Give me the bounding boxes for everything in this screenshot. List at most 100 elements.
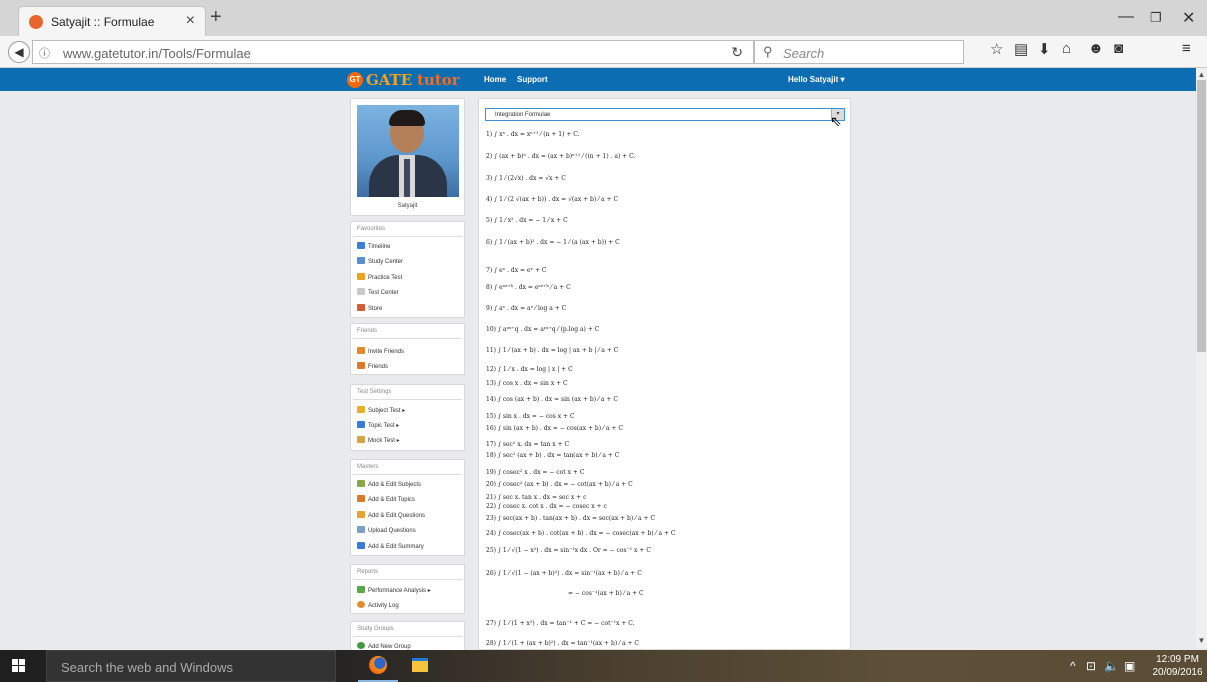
network-icon[interactable]: ⊡ bbox=[1086, 659, 1096, 673]
tab-title: Satyajit :: Formulae bbox=[51, 15, 155, 29]
formula-category-select[interactable]: Integration Formulae ▾ bbox=[485, 108, 845, 121]
sidebar-item-label: Activity Log bbox=[368, 603, 399, 609]
logo-text-tutor: tutor bbox=[417, 71, 460, 89]
restore-icon[interactable]: ❐ bbox=[1150, 10, 1162, 26]
sidebar-item-mock-test[interactable]: Mock Test ▸ bbox=[357, 436, 400, 444]
formula-13: 13) ∫ cos x . dx = sin x + C bbox=[486, 380, 568, 387]
panel-title-friends: Friends bbox=[357, 328, 378, 334]
bar-chart-icon bbox=[357, 586, 365, 593]
taskbar-search-placeholder: Search the web and Windows bbox=[61, 660, 233, 675]
back-arrow-icon[interactable]: ◀ bbox=[8, 41, 30, 63]
sidebar-item-topic-test[interactable]: Topic Test ▸ bbox=[357, 421, 399, 429]
tray-chevron-icon[interactable]: ^ bbox=[1070, 659, 1076, 673]
sidebar-item-store[interactable]: Store bbox=[357, 304, 382, 312]
panel-title-favourites: Favourites bbox=[357, 226, 386, 232]
sidebar-item-upload-questions[interactable]: Upload Questions bbox=[357, 526, 416, 534]
profile-photo[interactable] bbox=[357, 105, 459, 197]
pocket-icon[interactable]: ◙ bbox=[1114, 40, 1123, 57]
windows-taskbar: Search the web and Windows ^ ⊡ 🔈 ▣ 12:09… bbox=[0, 650, 1207, 682]
profile-card: Satyajit bbox=[350, 98, 465, 216]
site-header bbox=[0, 68, 1196, 91]
bookmark-star-icon[interactable]: ☆ bbox=[990, 40, 1003, 58]
sidebar-item-label: Friends bbox=[368, 364, 389, 370]
sidebar-item-add-edit-questions[interactable]: Add & Edit Questions bbox=[357, 511, 425, 519]
divider bbox=[353, 399, 462, 400]
divider bbox=[353, 474, 462, 475]
sidebar-item-activity-log[interactable]: Activity Log bbox=[357, 601, 399, 609]
url-text: www.gatetutor.in/Tools/Formulae bbox=[63, 46, 251, 61]
new-tab-icon[interactable]: + bbox=[210, 6, 222, 29]
test-settings-panel: Test Settings Subject Test ▸ Topic Test … bbox=[350, 384, 465, 451]
chat-icon[interactable]: ☻ bbox=[1088, 40, 1104, 57]
window-close-icon[interactable]: ✕ bbox=[1182, 8, 1195, 28]
sidebar-item-label: Store bbox=[368, 306, 383, 312]
formula-27: 27) ∫ 1 ⁄ (1 + x²) . dx = tan⁻¹ + C = − … bbox=[486, 620, 635, 627]
test-center-icon bbox=[357, 288, 365, 295]
sidebar-item-add-edit-topics[interactable]: Add & Edit Topics bbox=[357, 495, 415, 503]
taskbar-firefox[interactable] bbox=[358, 650, 398, 682]
taskbar-clock[interactable]: 12:09 PM 20/09/2016 bbox=[1150, 653, 1205, 679]
close-tab-icon[interactable]: × bbox=[186, 12, 195, 30]
browser-tab[interactable]: Satyajit :: Formulae × bbox=[18, 6, 206, 36]
formula-28: 28) ∫ 1 ⁄ (1 + (ax + b)²) . dx = tan⁻¹(a… bbox=[486, 640, 639, 647]
sidebar-item-add-edit-summary[interactable]: Add & Edit Summary bbox=[357, 542, 424, 550]
firefox-icon bbox=[369, 656, 387, 674]
formula-16: 16) ∫ sin (ax + b) . dx = − cos(ax + b) … bbox=[486, 425, 623, 432]
sidebar-item-label: Add & Edit Subjects bbox=[368, 482, 422, 488]
pencil-icon bbox=[357, 406, 365, 413]
formula-26-alt: = − cos⁻¹(ax + b) ⁄ a + C bbox=[568, 590, 644, 597]
formula-2: 2) ∫ (ax + b)ⁿ . dx = (ax + b)ⁿ⁺¹ ⁄ ((n … bbox=[486, 153, 636, 160]
notifications-icon[interactable]: ▣ bbox=[1124, 659, 1135, 673]
scrollbar-thumb[interactable] bbox=[1197, 80, 1206, 352]
reading-list-icon[interactable]: ▤ bbox=[1014, 40, 1028, 58]
volume-icon[interactable]: 🔈 bbox=[1104, 659, 1119, 673]
divider bbox=[353, 338, 462, 339]
formula-18: 18) ∫ sec² (ax + b) . dx = tan(ax + b) ⁄… bbox=[486, 452, 620, 459]
divider bbox=[353, 636, 462, 637]
sidebar-item-add-new-group[interactable]: Add New Group bbox=[357, 642, 411, 650]
formula-20: 20) ∫ cosec² (ax + b) . dx = − cot(ax + … bbox=[486, 481, 633, 488]
address-bar[interactable]: ⓘ www.gatetutor.in/Tools/Formulae ↻ bbox=[32, 40, 754, 64]
profile-name: Satyajit bbox=[397, 203, 418, 209]
taskbar-search-input[interactable]: Search the web and Windows bbox=[46, 650, 336, 682]
nav-home-link[interactable]: Home bbox=[484, 75, 506, 84]
sidebar-item-subject-test[interactable]: Subject Test ▸ bbox=[357, 406, 405, 414]
sidebar-item-practice-test[interactable]: Practice Test bbox=[357, 273, 402, 281]
download-icon[interactable]: ⬇ bbox=[1038, 40, 1051, 58]
sidebar-item-timeline[interactable]: Timeline bbox=[357, 242, 390, 250]
formula-4: 4) ∫ 1 ⁄ (2 √(ax + b)) . dx = √(ax + b) … bbox=[486, 196, 619, 203]
formula-5: 5) ∫ 1 ⁄ x² . dx = − 1 ⁄ x + C bbox=[486, 217, 568, 224]
nav-support-link[interactable]: Support bbox=[517, 75, 548, 84]
sidebar-item-add-edit-subjects[interactable]: Add & Edit Subjects bbox=[357, 480, 421, 488]
sidebar-item-label: Practice Test bbox=[368, 275, 403, 281]
reload-icon[interactable]: ↻ bbox=[731, 44, 743, 61]
friends-panel: Friends Invite Friends Friends bbox=[350, 323, 465, 375]
timeline-icon bbox=[357, 242, 365, 249]
scroll-down-icon[interactable]: ▼ bbox=[1196, 636, 1207, 645]
sidebar-item-study-center[interactable]: Study Center bbox=[357, 257, 403, 265]
browser-search-input[interactable]: ⚲ Search bbox=[754, 40, 964, 64]
subjects-icon bbox=[357, 480, 365, 487]
taskbar-file-explorer[interactable] bbox=[400, 650, 440, 682]
sidebar-item-test-center[interactable]: Test Center bbox=[357, 288, 399, 296]
sidebar-item-label: Timeline bbox=[368, 244, 391, 250]
menu-icon[interactable]: ≡ bbox=[1182, 40, 1191, 57]
formula-26: 26) ∫ 1 ⁄ √(1 − (ax + b)²) . dx = sin⁻¹(… bbox=[486, 570, 642, 577]
user-menu[interactable]: Hello Satyajit ▾ bbox=[788, 75, 844, 84]
sidebar-item-label: Invite Friends bbox=[368, 349, 405, 355]
page-scrollbar[interactable]: ▲ ▼ bbox=[1196, 68, 1207, 648]
site-info-icon[interactable]: ⓘ bbox=[39, 45, 50, 61]
favourites-panel: Favourites Timeline Study Center Practic… bbox=[350, 221, 465, 318]
sidebar-item-performance-analysis[interactable]: Performance Analysis ▸ bbox=[357, 586, 431, 594]
study-groups-panel: Study Groups Add New Group bbox=[350, 621, 465, 650]
minimize-icon[interactable]: — bbox=[1118, 8, 1134, 26]
formula-9: 9) ∫ aˣ . dx = aˣ ⁄ log a + C bbox=[486, 305, 567, 312]
panel-title-reports: Reports bbox=[357, 569, 379, 575]
sidebar-item-invite-friends[interactable]: Invite Friends bbox=[357, 347, 404, 355]
sidebar-item-friends[interactable]: Friends bbox=[357, 362, 388, 370]
scroll-up-icon[interactable]: ▲ bbox=[1196, 70, 1207, 79]
formula-12: 12) ∫ 1 ⁄ x . dx = log | x | + C bbox=[486, 366, 573, 373]
home-icon[interactable]: ⌂ bbox=[1062, 40, 1071, 57]
mock-test-icon bbox=[357, 436, 365, 443]
windows-start-icon[interactable] bbox=[12, 659, 26, 673]
